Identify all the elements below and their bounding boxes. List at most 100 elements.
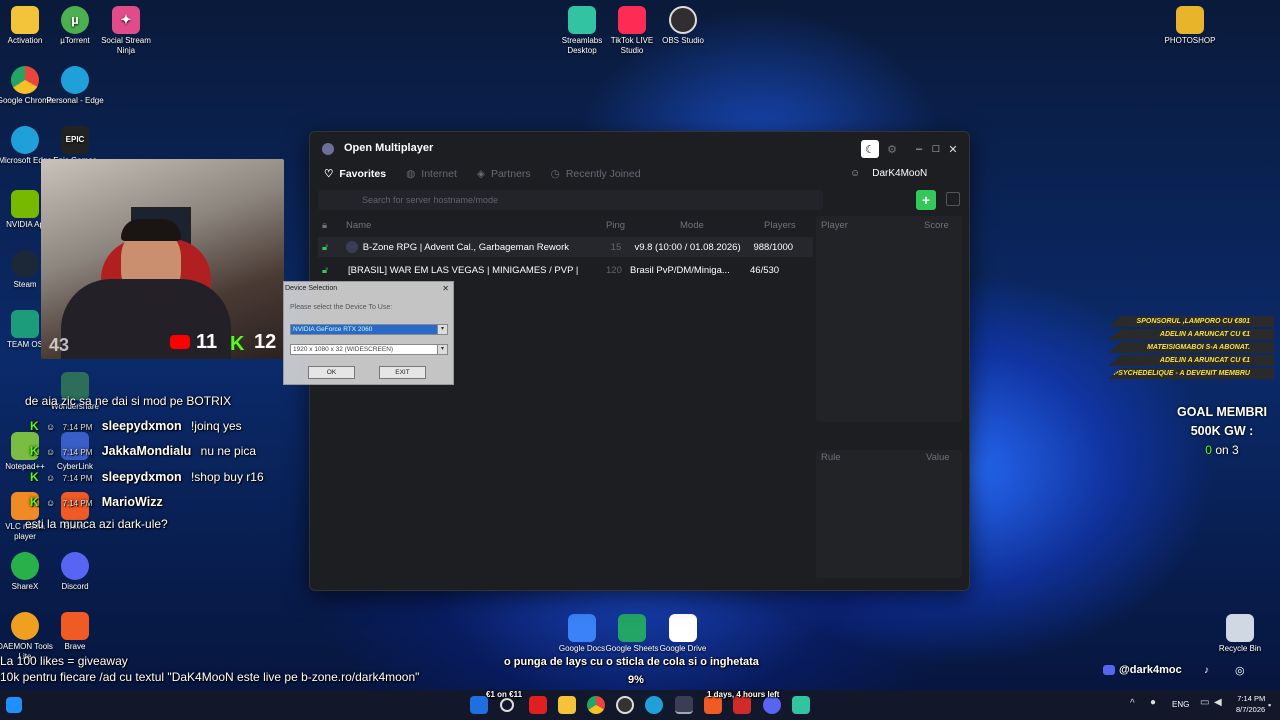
ok-button[interactable]: OK (308, 366, 355, 379)
desktop-icon-discord[interactable]: Discord (45, 552, 105, 592)
chrome-icon (11, 66, 39, 94)
search-icon[interactable] (500, 698, 514, 712)
add-server-button[interactable]: + (916, 190, 936, 210)
user-icon: ☺ (46, 447, 56, 457)
server-players: 46/530 (750, 264, 780, 276)
rules-panel (816, 450, 962, 578)
alerts-feed: SPONSORUL ,LAMPORO CU €801 ADELIN A ARUN… (1108, 316, 1274, 379)
user-icon: ☺ (850, 168, 861, 179)
user-profile[interactable]: ☺ DarK4MooN (850, 168, 927, 179)
search-input[interactable]: Search for server hostname/mode (318, 190, 823, 210)
icon-label: TikTok LIVE Studio (610, 36, 654, 55)
tab-partners[interactable]: ◈ Partners (475, 164, 533, 184)
desktop-icon-social-stream-ninja[interactable]: ✦ Social Stream Ninja (96, 6, 156, 56)
theme-toggle-icon[interactable]: ☾ (861, 140, 879, 158)
webcam-feed: 43 11 K 12 (41, 159, 284, 359)
tab-favorites[interactable]: ♡ Favorites (322, 164, 388, 184)
notification-icon[interactable]: ▪ (1268, 700, 1271, 710)
device-select[interactable]: NVIDIA GeForce RTX 2060 ▾ (290, 324, 448, 335)
col-player: Player (821, 220, 848, 231)
chat-text: nu ne pica (200, 444, 257, 458)
streamer-hair-image (121, 219, 181, 241)
steam-icon (11, 250, 39, 278)
clock-date: 8/7/2026 (1236, 705, 1266, 714)
desktop-icon-brave-2[interactable]: Brave (45, 612, 105, 652)
unlocked-icon: 🔓︎ (322, 264, 329, 276)
tab-internet[interactable]: ◍ Internet (404, 164, 459, 184)
col-score: Score (924, 220, 949, 231)
icon-label: Google Docs (558, 644, 606, 653)
icon-label: ShareX (11, 582, 39, 591)
dialog-close-button[interactable]: ✕ (442, 284, 449, 293)
chat-message: K ☺ 7:14 PM JakkaMondialu nu ne pica (30, 444, 256, 458)
close-button[interactable]: ✕ (944, 140, 962, 158)
obs-icon[interactable] (616, 696, 634, 714)
discord-icon (1103, 665, 1115, 675)
giveaway-text: La 100 likes = giveaway (0, 654, 128, 668)
donation-amount: €1 on €11 (486, 690, 523, 699)
kick-icon: K (30, 444, 39, 458)
table-row[interactable]: 🔓︎ [BRASIL] WAR EM LAS VEGAS | MINIGAMES… (318, 260, 813, 280)
windows-start-icon[interactable] (6, 697, 22, 713)
col-value: Value (926, 452, 950, 463)
col-name[interactable]: Name (346, 220, 371, 231)
microphone-icon[interactable]: ● (1150, 697, 1156, 708)
col-players[interactable]: Players (764, 220, 796, 231)
desktop-icon-obs[interactable]: OBS Studio (653, 6, 713, 46)
chat-text: !joinq yes (190, 419, 242, 433)
search-placeholder: Search for server hostname/mode (362, 195, 499, 205)
col-mode[interactable]: Mode (680, 220, 704, 231)
icon-label: PHOTOSHOP (1164, 36, 1216, 45)
desktop-icon-recycle-bin[interactable]: Recycle Bin (1210, 614, 1270, 654)
edge-icon[interactable] (645, 696, 663, 714)
chat-username: JakkaMondialu (101, 444, 192, 458)
server-ping: 120 (606, 264, 622, 276)
desktop-icon-photoshop[interactable]: PHOTOSHOP (1160, 6, 1220, 46)
chat-username: sleepydxmon (101, 470, 182, 484)
username: DarK4MooN (872, 168, 928, 179)
kick-count: 12 (254, 331, 277, 353)
kick-icon: K (30, 419, 39, 433)
language-indicator[interactable]: ENG (1172, 700, 1189, 709)
chrome-icon[interactable] (587, 696, 605, 714)
clock[interactable]: 7:14 PM 8/7/2026 (1236, 693, 1265, 715)
user-icon: ☺ (46, 498, 56, 508)
handshake-icon: ◈ (476, 168, 485, 180)
youtube-app-icon[interactable] (529, 696, 547, 714)
tab-recently-joined[interactable]: ◷ Recently Joined (549, 164, 643, 184)
streamlabs-icon (568, 6, 596, 34)
chat-text: !shop buy r16 (190, 470, 264, 484)
minimize-button[interactable]: – (910, 140, 928, 158)
settings-gear-icon[interactable]: ⚙ (883, 140, 901, 158)
tiktok-icon: ♪ (1204, 665, 1209, 676)
server-ping: 15 (610, 241, 622, 253)
desktop-icon-google-drive[interactable]: Google Drive (653, 614, 713, 654)
table-row[interactable]: 🔓︎ B-Zone RPG | Advent Cal., Garbageman … (318, 237, 813, 257)
maximize-button[interactable]: □ (927, 140, 945, 158)
window-title: Open Multiplayer (344, 142, 434, 154)
tab-label: Internet (421, 168, 457, 180)
col-ping[interactable]: Ping (606, 220, 625, 231)
chat-message: K ☺ 7:14 PM sleepydxmon !shop buy r16 (30, 470, 264, 484)
daemon-tools-icon (11, 612, 39, 640)
chevron-down-icon: ▾ (437, 325, 447, 334)
icon-label: OBS Studio (662, 36, 704, 45)
streamlabs-icon[interactable] (792, 696, 810, 714)
youtube-count: 11 (196, 331, 218, 353)
resolution-select[interactable]: 1920 x 1080 x 32 (WIDESCREEN) ▾ (290, 344, 448, 355)
lock-column-icon: 🔒︎ (322, 220, 328, 231)
chat-message: K ☺ 7:14 PM sleepydxmon !joinq yes (30, 419, 242, 433)
icon-label: TEAM OS (6, 340, 43, 349)
history-icon: ◷ (550, 168, 560, 180)
icon-label: Activation (7, 36, 43, 45)
desktop-icon-personal-edge[interactable]: Personal - Edge (45, 66, 105, 106)
file-explorer-icon[interactable] (558, 696, 576, 714)
network-icon[interactable]: ▭ (1200, 697, 1209, 708)
open-multiplayer-taskbar-icon[interactable] (675, 696, 693, 714)
volume-icon[interactable]: ◀ (1214, 697, 1222, 708)
device-value: NVIDIA GeForce RTX 2060 (293, 326, 373, 333)
chevron-up-icon[interactable]: ^ (1130, 698, 1135, 709)
exit-button[interactable]: EXIT (379, 366, 426, 379)
sidebar-toggle-icon[interactable] (946, 192, 960, 206)
heart-icon: ♡ (324, 168, 334, 180)
